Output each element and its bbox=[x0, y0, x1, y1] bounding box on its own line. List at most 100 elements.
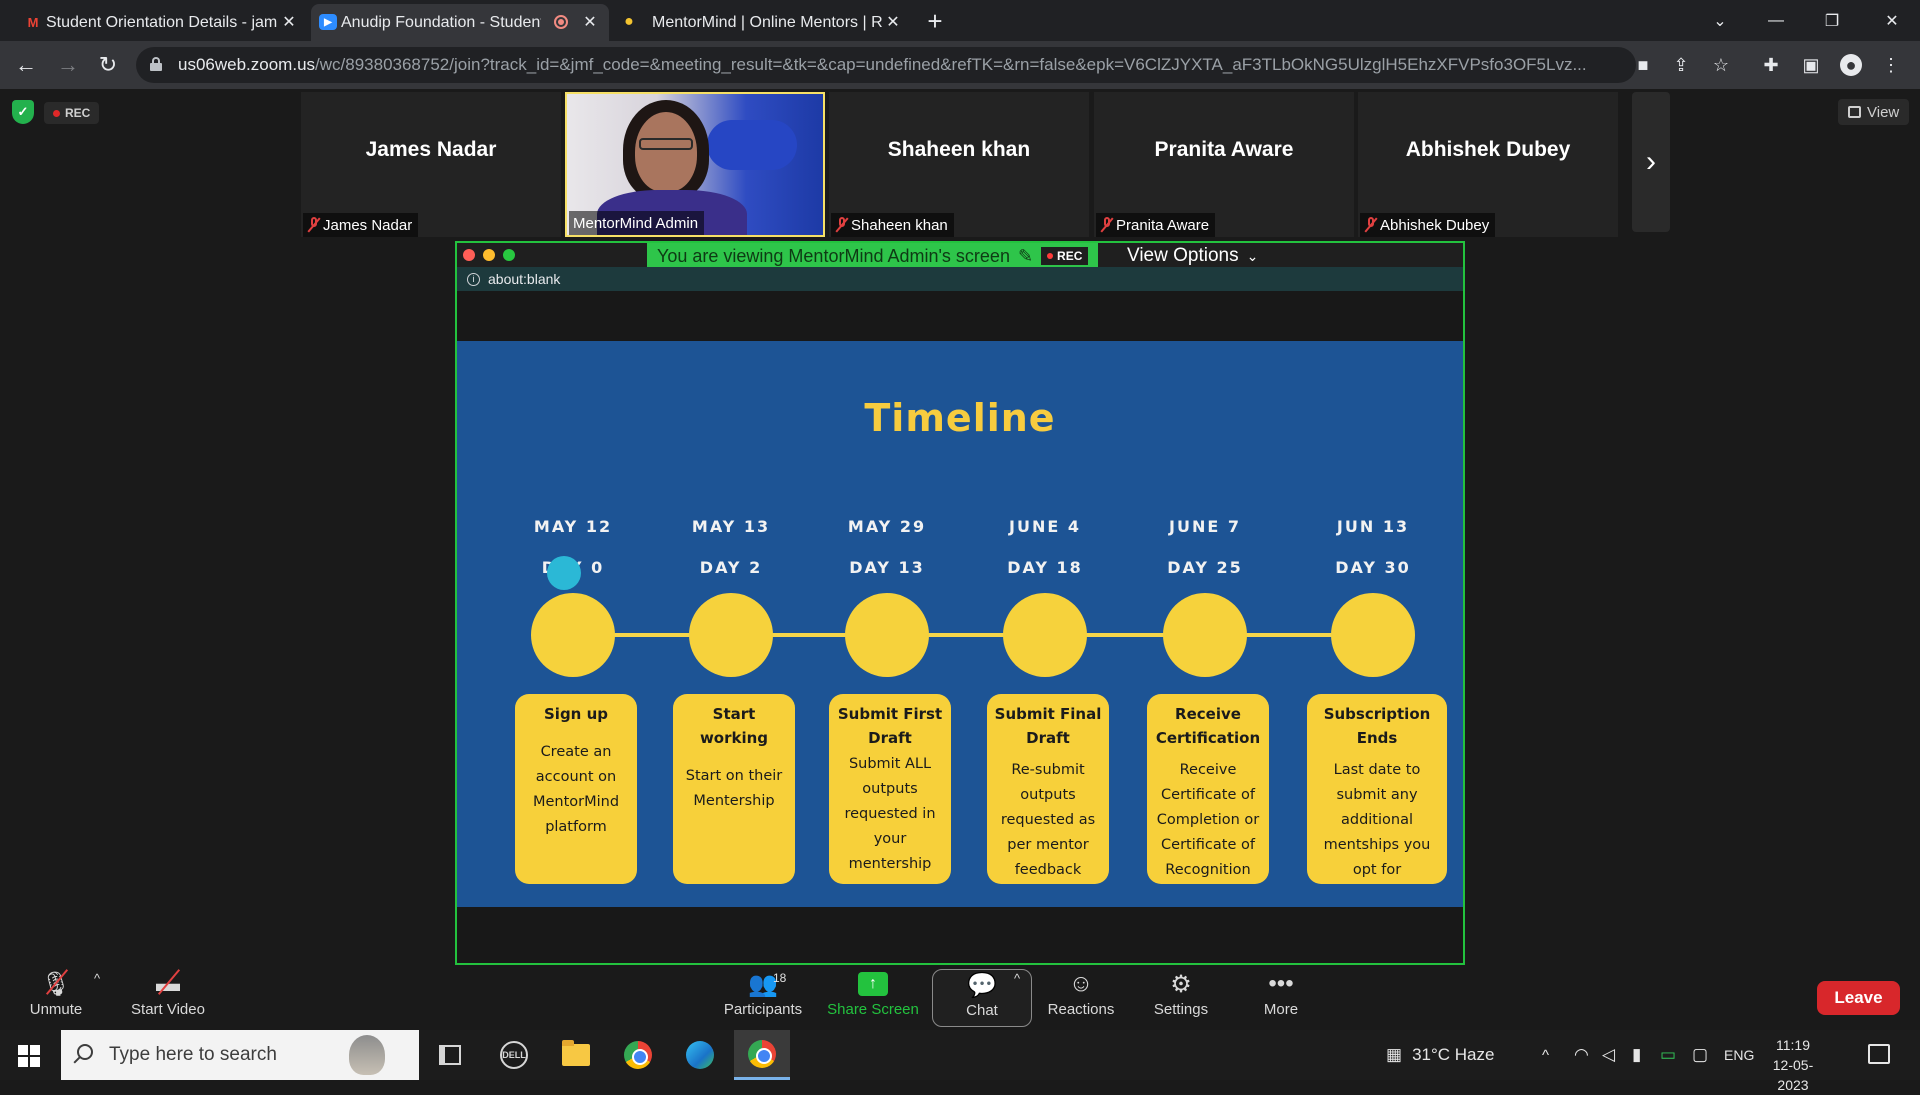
clock-time: 11:19 bbox=[1776, 1037, 1810, 1053]
reload-icon[interactable]: ↻ bbox=[94, 51, 122, 79]
weather-text: 31°C Haze bbox=[1412, 1045, 1495, 1064]
taskbar-chrome[interactable] bbox=[610, 1030, 666, 1080]
extensions-icon[interactable]: ✚ bbox=[1760, 54, 1782, 76]
mac-zoom-dot bbox=[503, 249, 515, 261]
chat-label: Chat bbox=[966, 1002, 998, 1019]
dell-icon: DELL bbox=[500, 1041, 528, 1069]
notification-center-icon[interactable] bbox=[1868, 1044, 1890, 1064]
reactions-label: Reactions bbox=[1047, 1001, 1115, 1018]
unmute-label: Unmute bbox=[29, 1001, 83, 1018]
muted-mic-icon bbox=[1100, 217, 1114, 233]
participant-big-name: Abhishek Dubey bbox=[1405, 138, 1571, 161]
task-view-icon bbox=[439, 1045, 461, 1065]
profile-avatar-icon[interactable]: ● bbox=[1840, 54, 1862, 76]
gmail-icon: M bbox=[27, 14, 39, 30]
folder-icon bbox=[562, 1040, 590, 1066]
timeline-card: Submit Final Draft Re-submit outputs requ… bbox=[987, 694, 1109, 884]
settings-label: Settings bbox=[1153, 1001, 1209, 1018]
chat-options-caret-icon[interactable]: ^ bbox=[1014, 971, 1020, 986]
menu-kebab-icon[interactable]: ⋮ bbox=[1880, 54, 1902, 76]
taskbar-clock[interactable]: 11:19 12-05-2023 bbox=[1758, 1035, 1828, 1095]
new-tab-button[interactable]: + bbox=[922, 8, 948, 34]
taskbar-search-input[interactable]: Type here to search bbox=[61, 1030, 419, 1080]
tab-title: MentorMind | Online Mentors | R bbox=[652, 13, 883, 31]
url-field[interactable]: us06web.zoom.us/wc/89380368752/join?trac… bbox=[136, 47, 1636, 83]
bookmark-star-icon[interactable]: ☆ bbox=[1710, 54, 1732, 76]
participant-tile[interactable]: Abhishek Dubey Abhishek Dubey bbox=[1358, 92, 1618, 237]
network-icon[interactable]: ◠ bbox=[1574, 1030, 1589, 1080]
unmute-button[interactable]: 🎙 Unmute bbox=[6, 969, 106, 1027]
rec-label: REC bbox=[65, 106, 91, 120]
weather-widget[interactable]: ▦ 31°C Haze bbox=[1386, 1030, 1494, 1080]
timeline-date: JUN 13 bbox=[1336, 517, 1410, 536]
more-button[interactable]: ••• More bbox=[1231, 969, 1331, 1027]
gear-icon: ⚙ bbox=[1170, 970, 1192, 998]
close-icon[interactable]: ✕ bbox=[278, 11, 300, 33]
forward-icon[interactable]: → bbox=[54, 51, 82, 79]
windows-taskbar: Type here to search DELL ▦ 31°C Haze ^ ◠ … bbox=[0, 1030, 1920, 1093]
minimize-button[interactable]: — bbox=[1748, 0, 1804, 41]
leave-button[interactable]: Leave bbox=[1817, 981, 1900, 1015]
close-icon[interactable]: ✕ bbox=[882, 11, 904, 33]
tab-search-icon[interactable]: ⌄ bbox=[1692, 0, 1748, 41]
video-off-icon: ▬ bbox=[156, 970, 180, 997]
task-view-button[interactable] bbox=[422, 1030, 478, 1080]
search-icon bbox=[77, 1044, 93, 1060]
tab-zoom[interactable]: ▶ Anudip Foundation - Student ✕ bbox=[311, 4, 609, 41]
camera-blocked-icon[interactable]: ■ bbox=[1632, 54, 1654, 76]
windows-start-icon[interactable] bbox=[18, 1045, 40, 1067]
share-icon[interactable]: ⇪ bbox=[1670, 54, 1692, 76]
share-screen-label: Share Screen bbox=[827, 1001, 919, 1018]
timeline-card: Submit First Draft Submit ALL outputs req… bbox=[829, 694, 951, 884]
taskbar-dell-app[interactable]: DELL bbox=[486, 1030, 542, 1080]
participant-tile[interactable]: Pranita Aware Pranita Aware bbox=[1094, 92, 1354, 237]
show-hidden-icons[interactable]: ^ bbox=[1542, 1030, 1549, 1080]
timeline-date: MAY 13 bbox=[691, 517, 771, 536]
view-button[interactable]: View bbox=[1838, 99, 1910, 125]
window-close-button[interactable]: ✕ bbox=[1864, 0, 1920, 41]
restore-button[interactable]: ❐ bbox=[1804, 0, 1860, 41]
battery-icon[interactable]: ▭ bbox=[1660, 1030, 1676, 1080]
participant-big-name: Pranita Aware bbox=[1154, 138, 1294, 161]
recording-badge[interactable]: REC bbox=[44, 102, 100, 124]
start-video-label: Start Video bbox=[131, 1001, 205, 1018]
side-panel-icon[interactable]: ▣ bbox=[1800, 54, 1822, 76]
address-bar: ← → ↻ us06web.zoom.us/wc/89380368752/joi… bbox=[0, 41, 1920, 89]
tab-mentormind[interactable]: ● MentorMind | Online Mentors | R ✕ bbox=[612, 4, 912, 41]
next-page-arrow-icon[interactable]: › bbox=[1632, 92, 1670, 232]
taskbar-chrome-active[interactable] bbox=[734, 1030, 790, 1080]
participant-tile[interactable]: James Nadar James Nadar bbox=[301, 92, 561, 237]
viewing-banner: You are viewing MentorMind Admin's scree… bbox=[647, 243, 1099, 269]
back-icon[interactable]: ← bbox=[12, 51, 40, 79]
tab-gmail[interactable]: M Student Orientation Details - jam ✕ bbox=[16, 4, 308, 41]
audio-options-caret-icon[interactable]: ^ bbox=[94, 971, 100, 986]
card-heading: Sign up bbox=[544, 705, 608, 723]
info-icon: i bbox=[467, 272, 480, 286]
close-icon[interactable]: ✕ bbox=[579, 11, 601, 33]
card-body: Receive Certificate of Completion or Cer… bbox=[1156, 762, 1260, 878]
browser-tab-bar: M Student Orientation Details - jam ✕ ▶ … bbox=[0, 0, 1920, 41]
settings-button[interactable]: ⚙ Settings bbox=[1131, 969, 1231, 1027]
start-video-button[interactable]: ▬ Start Video bbox=[118, 969, 218, 1027]
participant-tile-active-speaker[interactable]: MentorMind Admin bbox=[565, 92, 825, 237]
mentormind-icon: ● bbox=[624, 13, 634, 30]
reactions-button[interactable]: ☺ Reactions bbox=[1031, 969, 1131, 1027]
weather-icon: ▦ bbox=[1386, 1045, 1403, 1064]
language-indicator[interactable]: ENG bbox=[1724, 1030, 1754, 1080]
meet-now-icon[interactable]: ▢ bbox=[1692, 1030, 1708, 1080]
mac-close-dot bbox=[463, 249, 475, 261]
security-shield-icon[interactable]: ✓ bbox=[12, 100, 34, 124]
grid-icon bbox=[1848, 106, 1861, 118]
participant-tile[interactable]: Shaheen khan Shaheen khan bbox=[829, 92, 1089, 237]
participants-button[interactable]: 👥 18 Participants bbox=[713, 969, 813, 1027]
participant-label: James Nadar bbox=[303, 213, 419, 237]
taskbar-edge[interactable] bbox=[672, 1030, 728, 1080]
timeline-node bbox=[1163, 593, 1247, 677]
share-screen-icon: ↑ bbox=[858, 972, 888, 996]
taskbar-file-explorer[interactable] bbox=[548, 1030, 604, 1080]
view-options-button[interactable]: View Options ⌄ bbox=[1117, 243, 1269, 269]
microphone-icon[interactable]: ▮ bbox=[1632, 1030, 1641, 1080]
volume-icon[interactable]: ◁ bbox=[1602, 1030, 1615, 1080]
share-screen-button[interactable]: ↑ Share Screen bbox=[823, 969, 923, 1027]
muted-mic-icon bbox=[835, 217, 849, 233]
